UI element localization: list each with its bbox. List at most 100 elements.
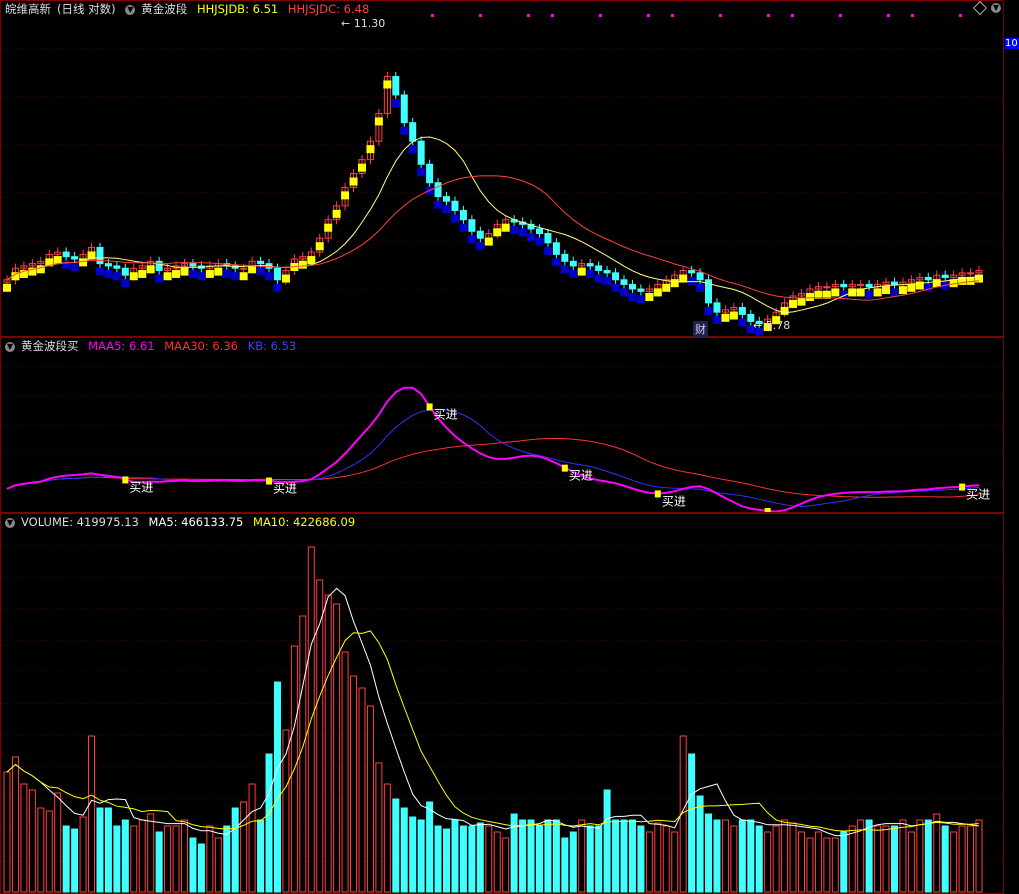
candle-body: [409, 122, 417, 142]
volume-bar: [476, 822, 484, 893]
volume-chart: [1, 545, 1003, 893]
band-block: [552, 258, 561, 267]
volume-bar: [907, 831, 915, 893]
band-block: [577, 267, 586, 276]
volume-bar: [578, 819, 586, 893]
band-block: [391, 98, 400, 107]
volume-bar: [544, 819, 552, 893]
panel-menu-icon[interactable]: ▼: [991, 3, 1001, 13]
band-block: [349, 177, 358, 186]
candle-body: [273, 267, 281, 281]
main-chart-panel[interactable]: 皖维高新 (日线 对数) ▼ 黄金波段 HHJSJDB: 6.51 HHJSJDC:…: [0, 0, 1004, 337]
volume-bar: [874, 825, 882, 893]
volume-bar: [392, 798, 400, 893]
band-block: [484, 237, 493, 246]
volume-bar: [747, 819, 755, 893]
volume-bar: [840, 831, 848, 893]
volume-bar: [738, 819, 746, 893]
candle-body: [738, 307, 746, 315]
band-block: [873, 288, 882, 297]
band-block: [611, 283, 620, 292]
candle-body: [823, 286, 831, 289]
signal-dot: [551, 14, 554, 17]
volume-bar: [11, 756, 19, 893]
sub-indicator-panel[interactable]: ▼ 黄金波段买 MAA5: 6.61 MAA30: 6.36 KB: 6.53 买…: [0, 337, 1004, 513]
band-block: [408, 145, 417, 154]
volume-bar: [916, 819, 924, 893]
volume-bar: [586, 825, 594, 893]
candle-body: [561, 253, 569, 262]
high-marker: ← 11.30: [341, 17, 386, 30]
volume-bar: [333, 603, 341, 893]
signal-dot: [767, 14, 770, 17]
volume-bar: [459, 825, 467, 893]
band-block: [560, 265, 569, 274]
candle-body: [71, 256, 79, 260]
band-block: [738, 318, 747, 327]
volume-bar: [113, 825, 121, 893]
volume-bar: [240, 801, 248, 893]
volume-bar: [730, 825, 738, 893]
volume-bar: [637, 825, 645, 893]
buy-signal-label: 买进: [966, 488, 990, 502]
volume-bar: [155, 831, 163, 893]
volume-bar: [180, 819, 188, 893]
candle-body: [569, 260, 577, 267]
volume-bar: [434, 825, 442, 893]
volume-bar: [772, 825, 780, 893]
volume-bar: [88, 735, 96, 893]
volume-bar: [265, 753, 273, 893]
candle-body: [890, 281, 898, 285]
volume-bar: [71, 828, 79, 893]
volume-bar: [958, 825, 966, 893]
band-block: [442, 205, 451, 214]
signal-dot: [887, 14, 890, 17]
buy-marker: [426, 403, 433, 411]
volume-bar: [214, 837, 222, 893]
axis-top-label: 10: [1005, 38, 1019, 49]
volume-bar: [806, 837, 814, 893]
band-block: [890, 288, 899, 297]
candle-body: [400, 94, 408, 124]
band-block: [653, 288, 662, 297]
buy-signal-label: 买进: [569, 469, 593, 483]
volume-bar: [299, 615, 307, 893]
signal-dot: [431, 14, 434, 17]
band-block: [121, 279, 130, 288]
band-block: [180, 267, 189, 276]
band-block: [594, 274, 603, 283]
volume-bar: [696, 795, 704, 893]
volume-bar: [451, 819, 459, 893]
volume-bar: [645, 831, 653, 893]
band-block: [789, 299, 798, 308]
signal-dot: [839, 14, 842, 17]
band-block: [417, 168, 426, 177]
candle-body: [924, 276, 932, 281]
band-block: [62, 260, 71, 269]
event-badge[interactable]: 财: [693, 321, 708, 337]
band-block: [298, 260, 307, 269]
band-block: [163, 272, 172, 281]
band-block: [357, 163, 366, 172]
volume-bar: [257, 819, 265, 893]
candle-body: [426, 163, 434, 184]
buy-marker: [764, 508, 771, 512]
volume-bar: [899, 819, 907, 893]
candle-body: [713, 302, 721, 313]
volume-bar: [831, 837, 839, 893]
volume-bar: [273, 681, 281, 893]
volume-panel[interactable]: ▼ VOLUME: 419975.13 MA5: 466133.75 MA10: …: [0, 513, 1004, 894]
signal-dot: [959, 14, 962, 17]
volume-bar: [552, 819, 560, 893]
band-block: [493, 228, 502, 237]
volume-bar: [37, 807, 45, 893]
volume-bar: [130, 825, 138, 893]
volume-bar: [164, 825, 172, 893]
band-block: [146, 265, 155, 274]
volume-bar: [654, 822, 662, 893]
band-block: [628, 293, 637, 302]
candle-body: [941, 274, 949, 278]
volume-bar: [798, 831, 806, 893]
candle-body: [257, 260, 265, 265]
band-block: [670, 279, 679, 288]
